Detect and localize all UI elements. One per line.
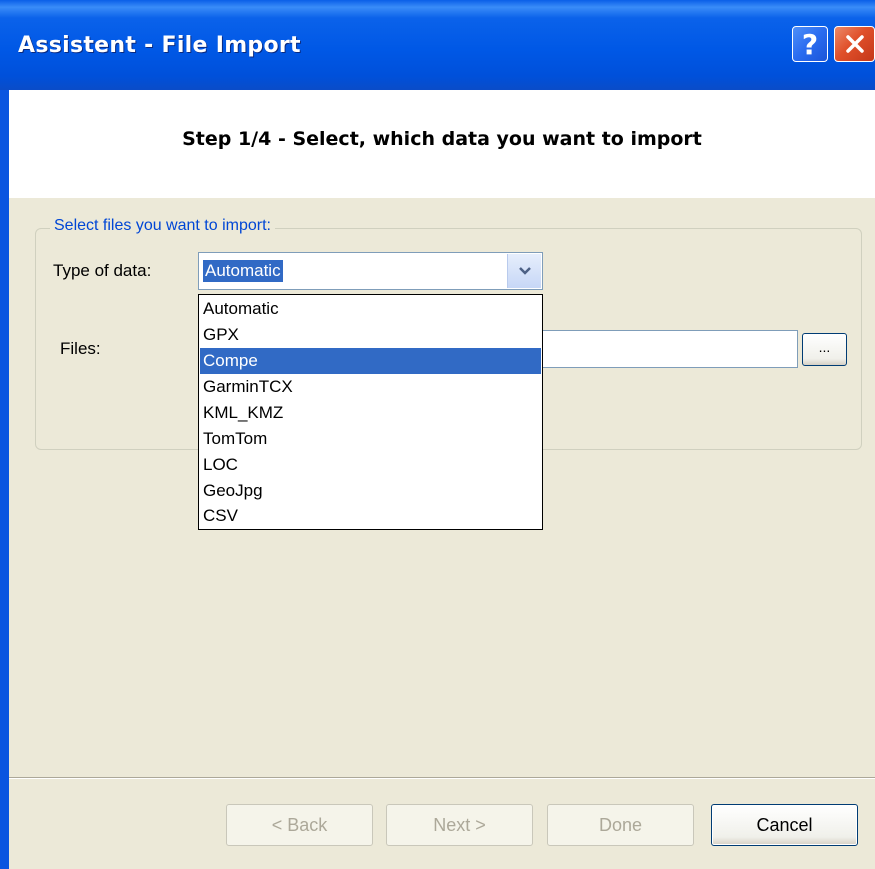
type-of-data-select[interactable]: Automatic (198, 252, 543, 290)
type-of-data-label: Type of data: (53, 261, 152, 280)
type-of-data-dropdown-list: Automatic GPX Compe GarminTCX KML_KMZ To… (198, 294, 543, 530)
dropdown-arrow-button[interactable] (507, 254, 541, 288)
dropdown-option-tomtom[interactable]: TomTom (200, 426, 541, 452)
close-icon (845, 35, 864, 53)
browse-button[interactable]: ... (802, 333, 847, 366)
dropdown-option-csv[interactable]: CSV (200, 503, 541, 529)
cancel-button[interactable]: Cancel (711, 804, 858, 846)
chevron-down-icon (518, 267, 531, 275)
dropdown-option-gpx[interactable]: GPX (200, 322, 541, 348)
done-button[interactable]: Done (547, 804, 694, 846)
close-button[interactable] (834, 26, 875, 62)
groupbox-legend: Select files you want to import: (50, 217, 275, 235)
next-button[interactable]: Next > (386, 804, 533, 846)
dropdown-option-compe[interactable]: Compe (200, 348, 541, 374)
dropdown-option-kml-kmz[interactable]: KML_KMZ (200, 400, 541, 426)
window-title: Assistent - File Import (18, 33, 301, 58)
help-icon: ? (801, 27, 819, 61)
file-import-dialog: Assistent - File Import ? Step 1/4 - Sel… (0, 0, 875, 869)
files-label: Files: (60, 339, 101, 358)
dropdown-option-loc[interactable]: LOC (200, 452, 541, 478)
type-of-data-value: Automatic (203, 260, 283, 282)
dropdown-option-automatic[interactable]: Automatic (200, 296, 541, 322)
title-bar[interactable]: Assistent - File Import ? (0, 0, 875, 90)
dropdown-option-garmintcx[interactable]: GarminTCX (200, 374, 541, 400)
window-left-border (0, 90, 9, 869)
dropdown-option-geojpg[interactable]: GeoJpg (200, 478, 541, 504)
step-title: Step 1/4 - Select, which data you want t… (182, 128, 702, 150)
back-button[interactable]: < Back (226, 804, 373, 846)
help-button[interactable]: ? (792, 26, 828, 62)
footer-separator (9, 777, 875, 779)
wizard-header: Step 1/4 - Select, which data you want t… (9, 90, 875, 198)
